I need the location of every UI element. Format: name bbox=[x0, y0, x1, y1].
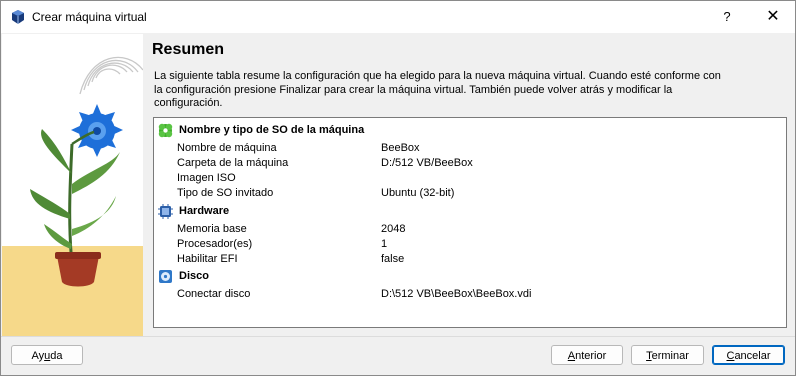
disk-icon bbox=[159, 270, 172, 283]
help-icon[interactable]: ? bbox=[704, 1, 750, 33]
row-value: false bbox=[381, 253, 405, 265]
table-row: Nombre de máquina BeeBox bbox=[154, 141, 786, 156]
virtualbox-icon bbox=[12, 10, 24, 24]
title-bar: Crear máquina virtual ? ✕ bbox=[1, 1, 795, 33]
help-button[interactable]: Ayuda bbox=[11, 345, 83, 365]
table-row: Carpeta de la máquina D:/512 VB/BeeBox bbox=[154, 156, 786, 171]
row-key: Carpeta de la máquina bbox=[177, 157, 289, 169]
table-row: Conectar disco D:\512 VB\BeeBox\BeeBox.v… bbox=[154, 287, 786, 302]
section-disk: Disco bbox=[154, 268, 786, 285]
finish-button[interactable]: Terminar bbox=[631, 345, 704, 365]
section-hardware: Hardware bbox=[154, 203, 786, 220]
back-button[interactable]: Anterior bbox=[551, 345, 623, 365]
row-key: Nombre de máquina bbox=[177, 142, 277, 154]
cancel-button[interactable]: Cancelar bbox=[712, 345, 785, 365]
os-settings-icon bbox=[158, 123, 173, 138]
row-key: Tipo de SO invitado bbox=[177, 187, 274, 199]
button-label: da bbox=[50, 350, 63, 362]
table-row: Habilitar EFI false bbox=[154, 252, 786, 267]
row-value: BeeBox bbox=[381, 142, 420, 154]
section-title: Nombre y tipo de SO de la máquina bbox=[179, 124, 365, 136]
row-key: Conectar disco bbox=[177, 288, 251, 300]
table-row: Procesador(es) 1 bbox=[154, 237, 786, 252]
row-value: D:\512 VB\BeeBox\BeeBox.vdi bbox=[381, 288, 532, 300]
row-value: Ubuntu (32-bit) bbox=[381, 187, 455, 199]
row-key: Imagen ISO bbox=[177, 172, 236, 184]
row-key: Memoria base bbox=[177, 223, 247, 235]
row-value: 1 bbox=[381, 238, 388, 250]
table-row: Memoria base 2048 bbox=[154, 222, 786, 237]
page-title: Resumen bbox=[152, 41, 225, 58]
chip-icon bbox=[158, 204, 173, 219]
row-value: D:/512 VB/BeeBox bbox=[381, 157, 473, 169]
section-name-os: Nombre y tipo de SO de la máquina bbox=[154, 122, 786, 139]
table-row: Tipo de SO invitado Ubuntu (32-bit) bbox=[154, 186, 786, 201]
row-key: Habilitar EFI bbox=[177, 253, 238, 265]
button-label-accelerator: A bbox=[567, 350, 576, 362]
button-label: ancelar bbox=[734, 350, 771, 362]
table-row: Imagen ISO bbox=[154, 171, 786, 186]
wizard-illustration bbox=[2, 34, 143, 336]
window-title: Crear máquina virtual bbox=[32, 10, 147, 24]
row-key: Procesador(es) bbox=[177, 238, 253, 250]
section-title: Disco bbox=[179, 270, 209, 282]
button-label: erminar bbox=[651, 350, 689, 362]
create-vm-dialog: Crear máquina virtual ? ✕ Resumen La sig… bbox=[0, 0, 796, 376]
footer-divider bbox=[1, 336, 795, 337]
section-title: Hardware bbox=[179, 205, 230, 217]
button-label: nterior bbox=[575, 350, 607, 362]
row-value: 2048 bbox=[381, 223, 406, 235]
close-icon[interactable]: ✕ bbox=[750, 1, 796, 33]
page-description: La siguiente tabla resume la configuraci… bbox=[154, 70, 721, 109]
summary-table[interactable]: Nombre y tipo de SO de la máquina Nombre… bbox=[153, 117, 787, 328]
button-label: Ay bbox=[31, 350, 45, 362]
